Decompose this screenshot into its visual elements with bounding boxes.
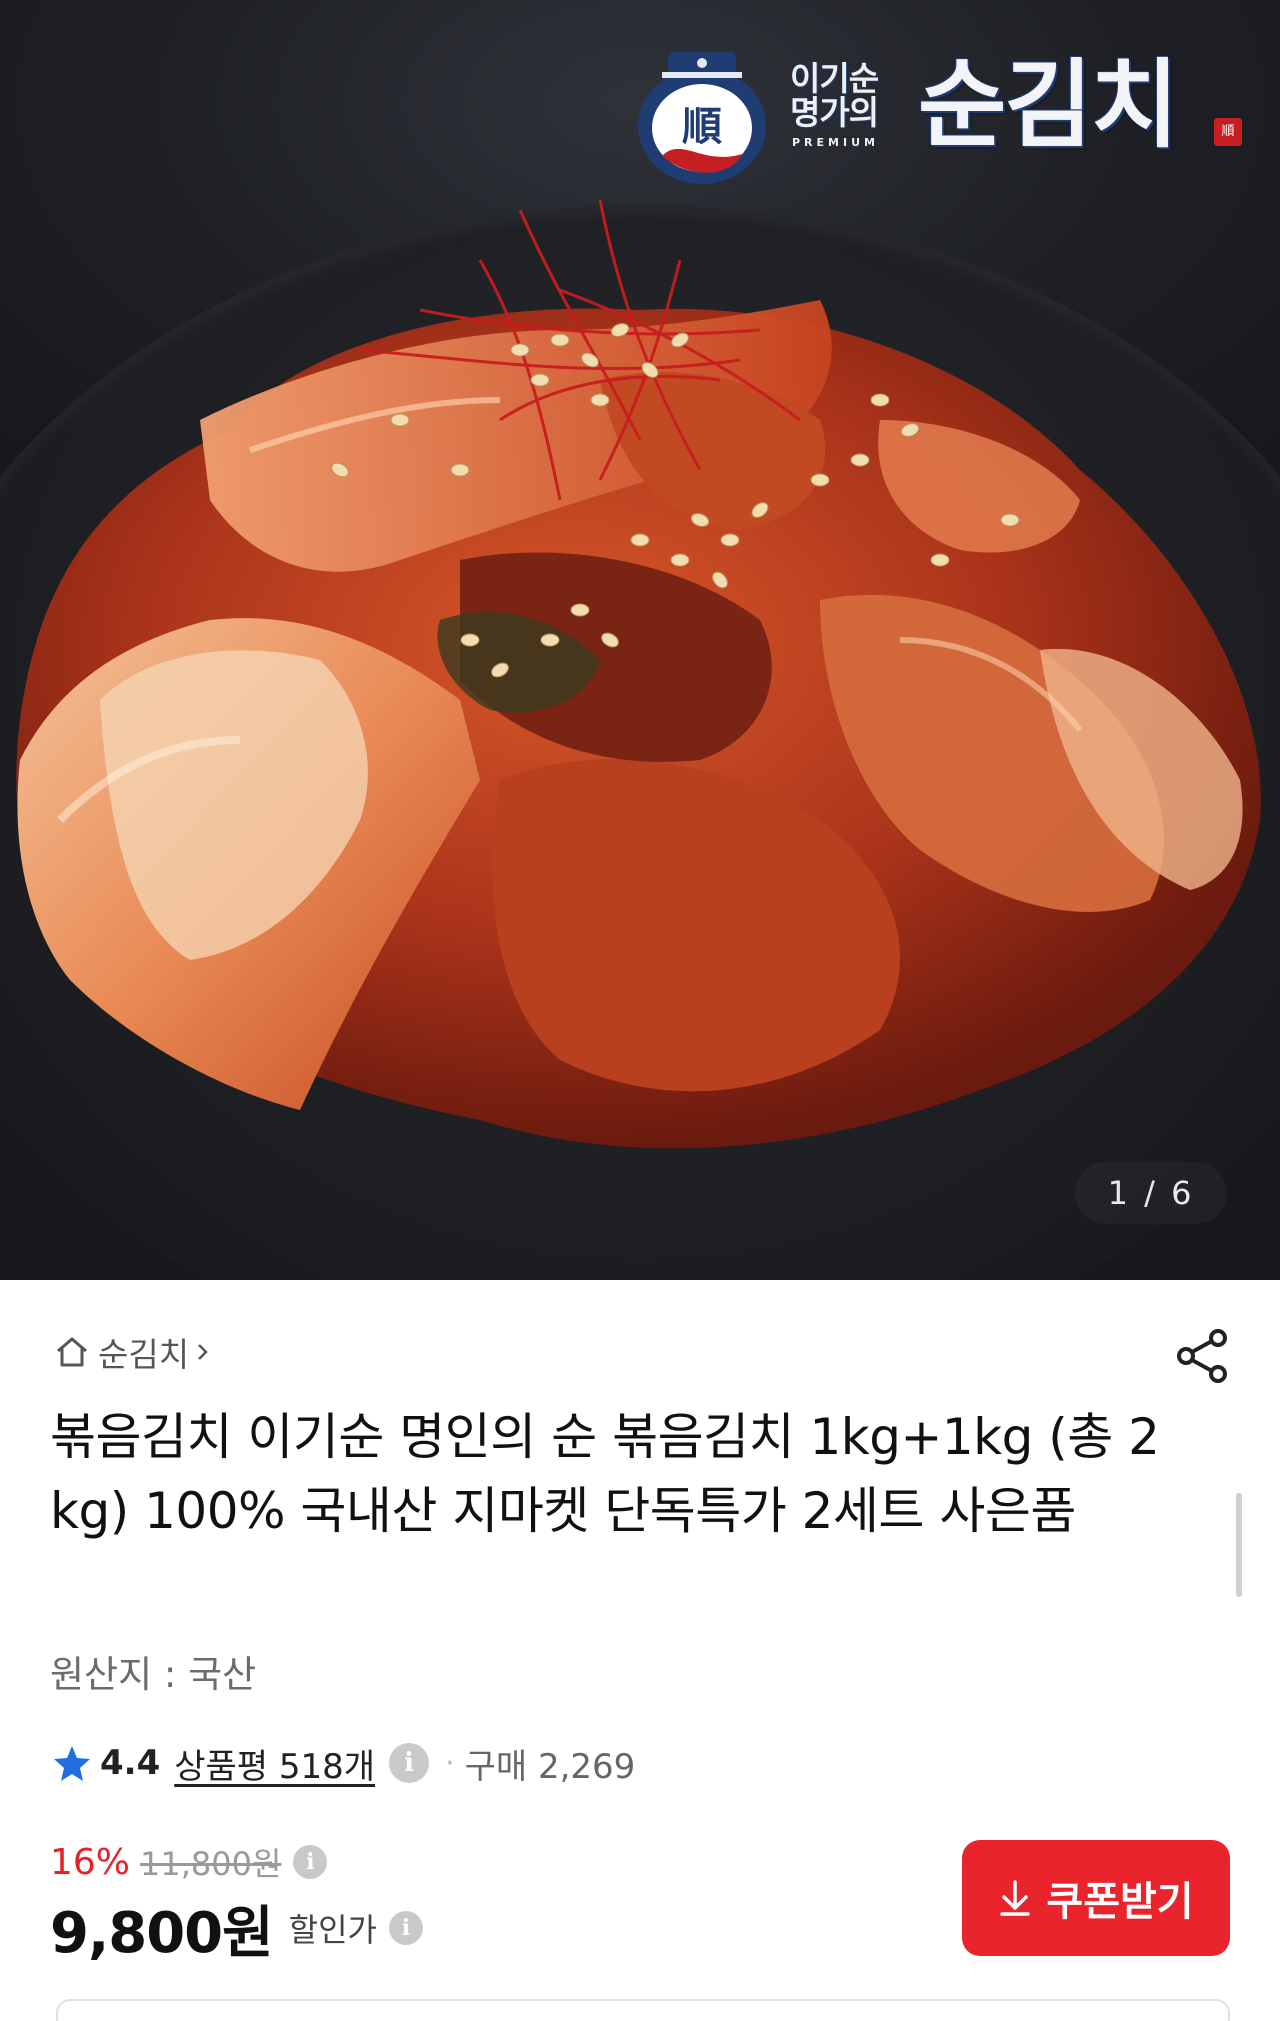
emblem-char: 順 (682, 103, 722, 150)
home-icon (57, 1337, 87, 1367)
rating-row: 4.4 상품평 518개 i · 구매 2,269 (52, 1738, 635, 1788)
rating-score: 4.4 (100, 1743, 161, 1783)
original-price: 11,800원 (140, 1845, 282, 1883)
breadcrumb-store-label[interactable]: 순김치 (98, 1328, 189, 1376)
sale-price-row: 9,800원 할인가 i (50, 1896, 423, 1966)
origin-text: 원산지 : 국산 (50, 1653, 257, 1696)
scrollbar[interactable] (1236, 1493, 1242, 1597)
separator-dot: · (445, 1745, 455, 1781)
image-counter: 1 / 6 (1075, 1162, 1227, 1224)
info-icon[interactable]: i (389, 1743, 430, 1783)
sale-info-icon[interactable]: i (388, 1911, 423, 1945)
brand-logo: 順 이기순 명가의 PREMIUM 순김치 順 (632, 36, 1252, 196)
coupon-button-label: 쿠폰받기 (1046, 1879, 1194, 1925)
sale-price-label: 할인가 (288, 1911, 377, 1949)
logo-brand-name: 순김치 (918, 48, 1179, 161)
chevron-right-icon (198, 1344, 208, 1360)
logo-premium: PREMIUM (792, 136, 879, 149)
price-discount-row: 16% 11,800원 i (50, 1840, 328, 1884)
product-image-gallery[interactable]: 順 이기순 명가의 PREMIUM 순김치 順 1 / 6 (0, 0, 1280, 1280)
logo-seal: 順 (1214, 118, 1242, 146)
download-arrow-icon (1000, 1880, 1031, 1916)
breadcrumb[interactable]: 순김치 (52, 1330, 213, 1374)
price-info-icon[interactable]: i (293, 1845, 328, 1879)
share-icon[interactable] (1172, 1325, 1234, 1387)
logo-line2: 명가의 (790, 93, 879, 132)
product-title: 볶음김치 이기순 명인의 순 볶음김치 1kg+1kg (총 2kg) 100%… (50, 1408, 1160, 1540)
logo-line1: 이기순 (790, 59, 879, 98)
sale-price: 9,800원 (50, 1900, 274, 1966)
discount-rate: 16% (50, 1841, 131, 1883)
star-icon (54, 1746, 90, 1781)
next-section-card (56, 1999, 1230, 2021)
review-count-link[interactable]: 상품평 518개 (174, 1739, 375, 1788)
purchase-count: 구매 2,269 (464, 1746, 636, 1787)
logo-small-text: 이기순 명가의 (790, 62, 910, 130)
coupon-download-button[interactable]: 쿠폰받기 (962, 1840, 1230, 1956)
